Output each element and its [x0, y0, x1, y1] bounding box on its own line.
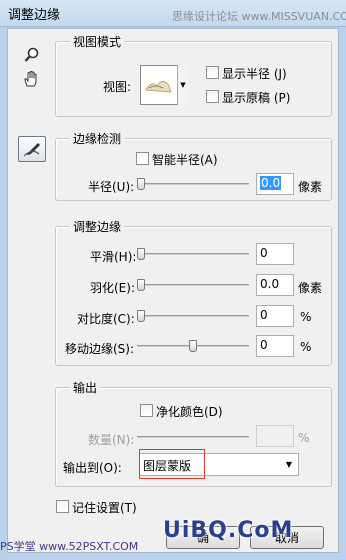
contrast-label: 对比度(C):	[77, 312, 135, 326]
view-mode-legend: 视图模式	[70, 33, 125, 50]
radius-unit: 像素	[298, 180, 323, 194]
chevron-down-icon[interactable]: ▼	[177, 65, 188, 105]
view-mode-group: 视图模式	[55, 33, 332, 117]
feather-unit: 像素	[298, 281, 323, 295]
smart-radius-label: 智能半径(A)	[152, 153, 218, 167]
feather-label: 羽化(E):	[90, 281, 135, 295]
show-original-checkbox[interactable]	[206, 90, 219, 103]
amount-slider[interactable]	[137, 431, 249, 443]
show-original-label: 显示原稿 (P)	[222, 91, 291, 105]
contrast-slider[interactable]	[137, 310, 249, 322]
slider-thumb[interactable]	[137, 279, 145, 291]
slider-thumb[interactable]	[137, 310, 145, 322]
feather-slider[interactable]	[137, 279, 249, 291]
amount-unit: %	[298, 431, 310, 445]
contrast-unit: %	[300, 310, 312, 324]
shift-edge-unit: %	[300, 340, 312, 354]
edge-detection-legend: 边缘检测	[70, 130, 125, 147]
smooth-input[interactable]: 0	[256, 243, 294, 265]
contrast-input[interactable]: 0	[256, 305, 294, 327]
hand-icon[interactable]	[20, 68, 42, 90]
watermark-left: PS学堂 www.52PSXT.COM	[0, 540, 139, 553]
watermark-logo: UiBQ.CoM	[163, 518, 294, 543]
radius-input[interactable]: 0.0	[256, 173, 294, 195]
output-legend: 输出	[70, 379, 101, 396]
window-title: 调整边缘	[8, 8, 61, 23]
radius-slider[interactable]	[137, 178, 249, 190]
annotation-highlight-box	[139, 449, 205, 479]
remember-settings-label: 记住设置(T)	[72, 501, 137, 515]
slider-thumb[interactable]	[137, 178, 145, 190]
slider-thumb[interactable]	[137, 248, 145, 260]
smart-radius-checkbox[interactable]	[136, 152, 149, 165]
chevron-down-icon: ▼	[285, 460, 292, 469]
smooth-label: 平滑(H):	[90, 250, 137, 264]
amount-label: 数量(N):	[88, 433, 135, 447]
smooth-slider[interactable]	[137, 248, 249, 260]
decontaminate-label: 净化颜色(D)	[156, 405, 223, 419]
decontaminate-checkbox[interactable]	[140, 404, 153, 417]
shift-edge-slider[interactable]	[137, 340, 249, 352]
refine-radius-brush-icon[interactable]	[18, 136, 46, 162]
title-bar: 调整边缘 思缘设计论坛 www.MISSVUAN.COM	[0, 0, 346, 27]
view-preview-icon	[144, 74, 174, 96]
feather-input[interactable]: 0.0	[256, 274, 294, 296]
adjust-edge-legend: 调整边缘	[70, 218, 125, 235]
remember-settings-checkbox[interactable]	[56, 500, 69, 513]
watermark-top: 思缘设计论坛 www.MISSVUAN.COM	[172, 10, 346, 23]
show-radius-checkbox[interactable]	[206, 66, 219, 79]
shift-edge-label: 移动边缘(S):	[65, 342, 135, 356]
view-label: 视图:	[103, 80, 132, 94]
shift-edge-input[interactable]: 0	[256, 335, 294, 357]
output-to-label: 输出到(O):	[63, 461, 122, 475]
magnifier-icon[interactable]	[21, 44, 43, 66]
show-radius-label: 显示半径 (J)	[222, 67, 287, 81]
radius-label: 半径(U):	[88, 180, 135, 194]
slider-thumb[interactable]	[189, 340, 197, 352]
amount-input[interactable]	[256, 425, 294, 447]
